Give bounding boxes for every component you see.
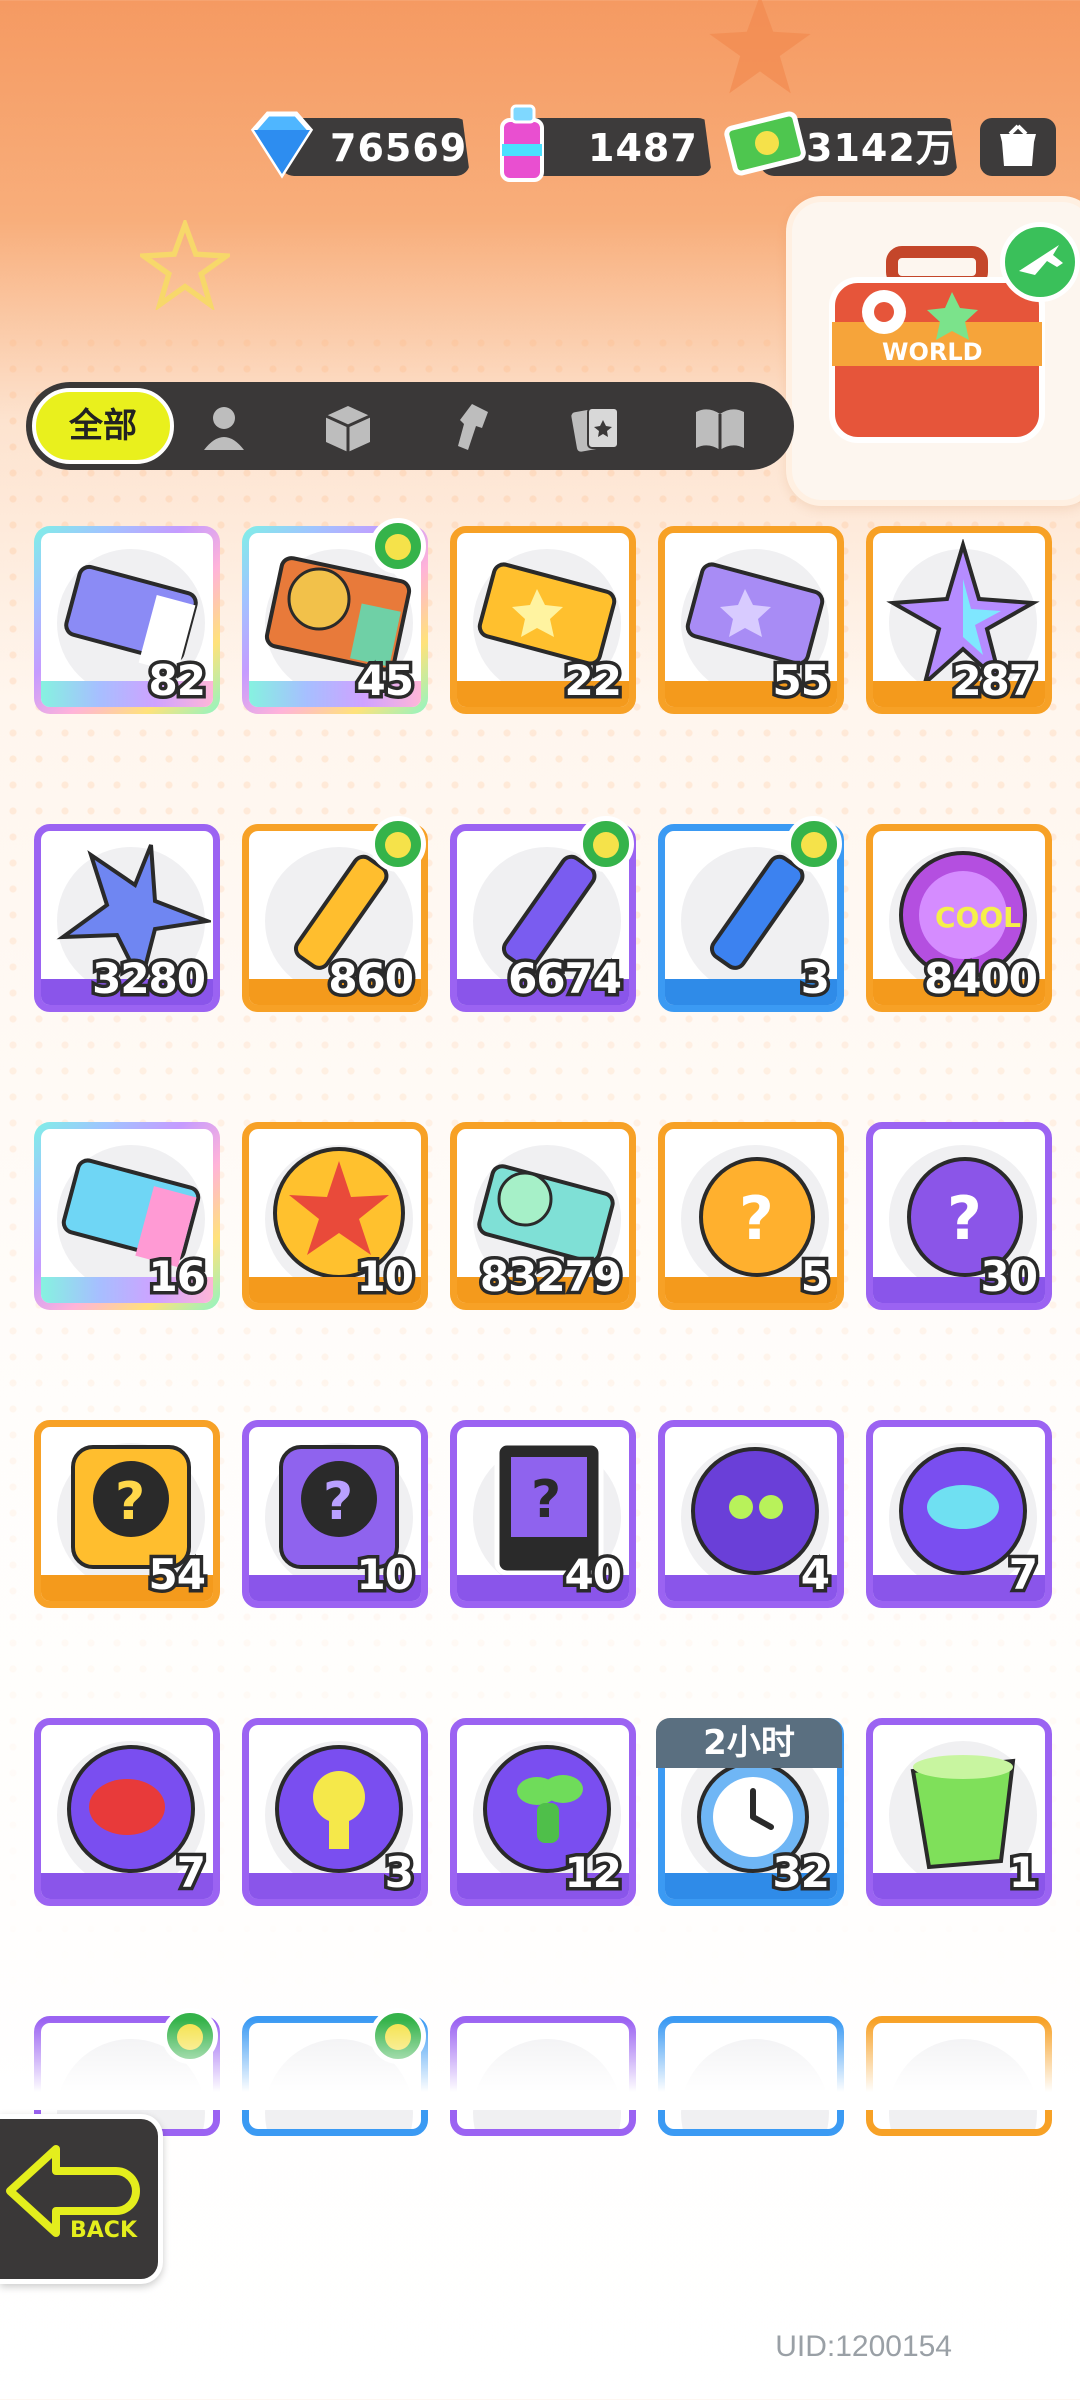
item-count: 7: [1005, 1547, 1041, 1602]
item-card[interactable]: 82: [34, 526, 220, 714]
item-count: 860: [325, 951, 418, 1006]
item-card[interactable]: ? 54: [34, 1420, 220, 1608]
gift-box-button[interactable]: [980, 118, 1056, 176]
item-card[interactable]: 10: [242, 1122, 428, 1310]
item-card[interactable]: ? 40: [450, 1420, 636, 1608]
item-card[interactable]: ? 10: [242, 1420, 428, 1608]
new-badge-icon: [786, 816, 842, 872]
svg-text:?: ?: [947, 1184, 982, 1254]
item-count: 5: [797, 1249, 833, 1304]
svg-text:?: ?: [531, 1470, 561, 1530]
item-card[interactable]: 22: [450, 526, 636, 714]
spray-gun-icon[interactable]: [442, 398, 502, 458]
item-card[interactable]: COOL 8400: [866, 824, 1052, 1012]
svg-text:?: ?: [739, 1184, 774, 1254]
new-badge-icon: [370, 518, 426, 574]
star-doodle-icon: [140, 220, 230, 310]
item-count: 6674: [505, 951, 626, 1006]
book-icon[interactable]: [690, 398, 750, 458]
item-count: 32: [769, 1845, 834, 1900]
item-count: 3: [381, 1845, 417, 1900]
item-count: 8400: [921, 951, 1042, 1006]
travel-suitcase-button[interactable]: WORLD: [786, 196, 1080, 506]
item-count: 82: [145, 653, 210, 708]
item-card[interactable]: 3: [242, 1718, 428, 1906]
svg-text:COOL: COOL: [935, 901, 1021, 934]
item-card[interactable]: 12: [450, 1718, 636, 1906]
diamond-value: 76569: [330, 126, 468, 170]
item-card[interactable]: ? 5: [658, 1122, 844, 1310]
item-card[interactable]: 16: [34, 1122, 220, 1310]
cash-icon: [724, 111, 806, 176]
item-card[interactable]: 3280: [34, 824, 220, 1012]
item-card[interactable]: 4: [658, 1420, 844, 1608]
diamond-icon: [250, 111, 314, 179]
back-button[interactable]: BACK: [0, 2114, 163, 2284]
item-count: 287: [949, 653, 1042, 708]
item-count: 12: [561, 1845, 626, 1900]
item-count: 10: [353, 1249, 418, 1304]
item-card[interactable]: 7: [34, 1718, 220, 1906]
svg-text:?: ?: [115, 1472, 145, 1532]
item-count: 54: [145, 1547, 210, 1602]
tab-all[interactable]: 全部: [32, 388, 174, 464]
star-doodle-icon: [709, 0, 811, 94]
item-count: 45: [353, 653, 418, 708]
item-count: 3: [797, 951, 833, 1006]
spray-value: 1487: [588, 126, 698, 170]
new-badge-icon: [578, 816, 634, 872]
new-badge-icon: [370, 816, 426, 872]
item-count: 4: [797, 1547, 833, 1602]
user-id-label: UID:1200154: [775, 2330, 952, 2363]
box-icon[interactable]: [318, 398, 378, 458]
back-label: BACK: [70, 2218, 138, 2243]
item-card[interactable]: 7: [866, 1420, 1052, 1608]
back-arrow-icon: BACK: [6, 2145, 140, 2243]
gift-box-icon: [1000, 124, 1036, 166]
cash-value: 3142万: [806, 126, 955, 170]
item-count: 40: [561, 1547, 626, 1602]
item-count: 10: [353, 1547, 418, 1602]
item-card[interactable]: 287: [866, 526, 1052, 714]
item-count: 22: [561, 653, 626, 708]
item-count: 3280: [89, 951, 210, 1006]
item-card[interactable]: 55: [658, 526, 844, 714]
svg-text:?: ?: [323, 1472, 353, 1532]
item-card[interactable]: 83279: [450, 1122, 636, 1310]
person-icon[interactable]: [194, 398, 254, 458]
item-count: 30: [977, 1249, 1042, 1304]
card-icon[interactable]: [566, 398, 626, 458]
list-fade: [0, 2020, 1080, 2110]
world-label: WORLD: [882, 338, 983, 366]
item-count: 83279: [476, 1249, 625, 1304]
item-count: 16: [145, 1249, 210, 1304]
item-timer-label: 2小时: [656, 1718, 842, 1768]
item-count: 7: [173, 1845, 209, 1900]
item-card[interactable]: ? 30: [866, 1122, 1052, 1310]
item-count: 1: [1005, 1845, 1041, 1900]
spray-can-icon: [500, 104, 544, 182]
item-count: 55: [769, 653, 834, 708]
plane-badge-icon: [1000, 222, 1080, 302]
item-card[interactable]: 1: [866, 1718, 1052, 1906]
